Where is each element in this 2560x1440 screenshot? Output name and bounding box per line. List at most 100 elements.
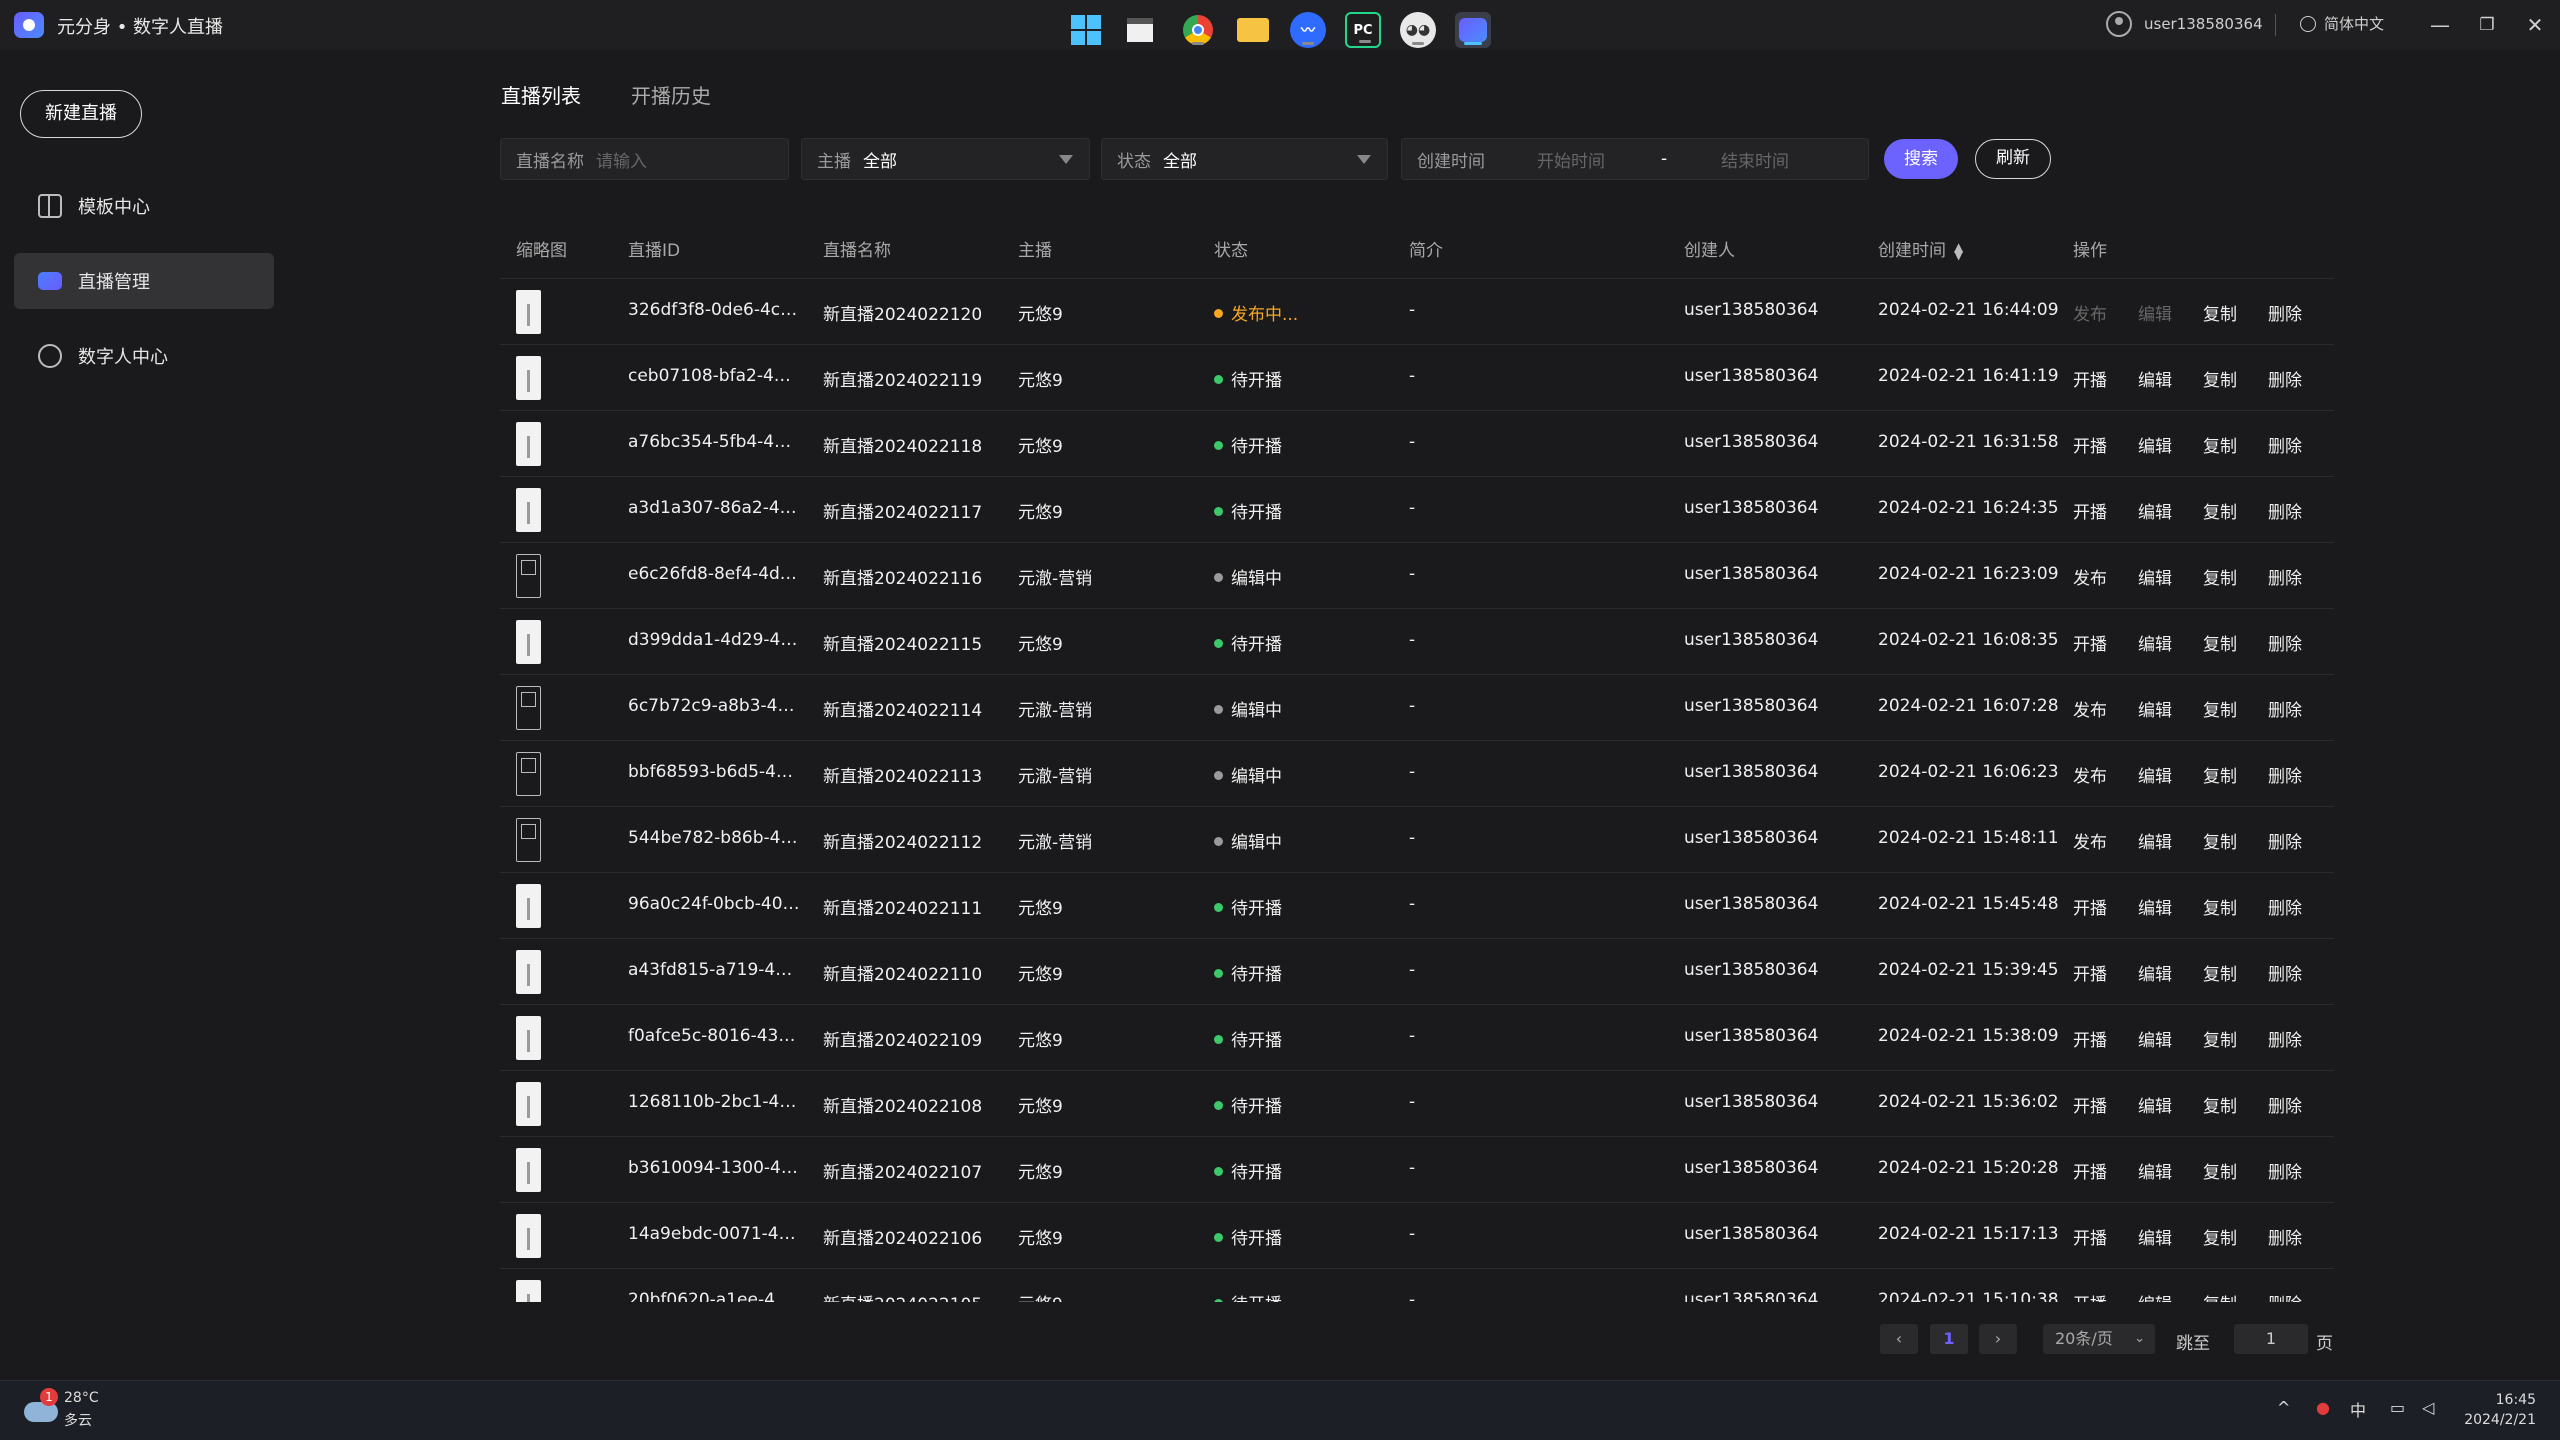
- file-explorer-icon[interactable]: [1122, 12, 1158, 48]
- start-or-publish-button[interactable]: 开播: [2073, 371, 2107, 391]
- search-button[interactable]: 搜索: [1884, 139, 1958, 179]
- copy-button[interactable]: 复制: [2203, 1295, 2237, 1302]
- copy-button[interactable]: 复制: [2203, 437, 2237, 457]
- yuanfenshen-icon[interactable]: [1455, 12, 1491, 48]
- edit-button[interactable]: 编辑: [2138, 833, 2172, 853]
- delete-button[interactable]: 删除: [2268, 899, 2302, 919]
- status-select[interactable]: 状态 全部: [1101, 138, 1388, 180]
- delete-button[interactable]: 删除: [2268, 965, 2302, 985]
- avatar-app-icon[interactable]: ◕◕: [1400, 12, 1436, 48]
- copy-button[interactable]: 复制: [2203, 1229, 2237, 1249]
- delete-button[interactable]: 删除: [2268, 1097, 2302, 1117]
- delete-button[interactable]: 删除: [2268, 371, 2302, 391]
- user-menu[interactable]: user138580364: [2106, 11, 2263, 37]
- copy-button[interactable]: 复制: [2203, 767, 2237, 787]
- start-or-publish-button[interactable]: 开播: [2073, 1295, 2107, 1302]
- prev-page-button[interactable]: ‹: [1880, 1324, 1918, 1354]
- start-or-publish-button[interactable]: 开播: [2073, 1097, 2107, 1117]
- network-icon[interactable]: ▭: [2390, 1398, 2405, 1417]
- app-icon[interactable]: 〰: [1290, 12, 1326, 48]
- delete-button[interactable]: 删除: [2268, 437, 2302, 457]
- sidebar-item-digital-human[interactable]: 数字人中心: [14, 328, 274, 384]
- edit-button[interactable]: 编辑: [2138, 371, 2172, 391]
- edit-button[interactable]: 编辑: [2138, 1097, 2172, 1117]
- delete-button[interactable]: 删除: [2268, 635, 2302, 655]
- delete-button[interactable]: 删除: [2268, 1031, 2302, 1051]
- delete-button[interactable]: 删除: [2268, 569, 2302, 589]
- sort-icon[interactable]: ▲ ▼: [1954, 241, 1963, 261]
- page-1-button[interactable]: 1: [1930, 1324, 1968, 1354]
- start-or-publish-button[interactable]: 开播: [2073, 1031, 2107, 1051]
- edit-button[interactable]: 编辑: [2138, 569, 2172, 589]
- copy-button[interactable]: 复制: [2203, 1163, 2237, 1183]
- start-or-publish-button[interactable]: 开播: [2073, 1163, 2107, 1183]
- delete-button[interactable]: 删除: [2268, 701, 2302, 721]
- start-or-publish-button[interactable]: 发布: [2073, 701, 2107, 721]
- pycharm-icon[interactable]: PC: [1345, 12, 1381, 48]
- start-time-input[interactable]: 开始时间: [1537, 147, 1661, 172]
- page-size-select[interactable]: 20条/页 ⌄: [2043, 1324, 2155, 1354]
- next-page-button[interactable]: ›: [1979, 1324, 2017, 1354]
- jump-page-input[interactable]: 1: [2234, 1324, 2308, 1354]
- ime-indicator[interactable]: 中: [2350, 1397, 2366, 1421]
- sidebar-item-template-center[interactable]: 模板中心: [14, 178, 274, 234]
- chrome-icon[interactable]: [1180, 12, 1216, 48]
- tab-live-list[interactable]: 直播列表: [501, 80, 581, 109]
- copy-button[interactable]: 复制: [2203, 1097, 2237, 1117]
- start-or-publish-button[interactable]: 开播: [2073, 503, 2107, 523]
- start-or-publish-button[interactable]: 开播: [2073, 635, 2107, 655]
- copy-button[interactable]: 复制: [2203, 305, 2237, 325]
- start-or-publish-button[interactable]: 开播: [2073, 965, 2107, 985]
- start-or-publish-button[interactable]: 开播: [2073, 437, 2107, 457]
- refresh-button[interactable]: 刷新: [1975, 139, 2051, 179]
- edit-button[interactable]: 编辑: [2138, 1163, 2172, 1183]
- copy-button[interactable]: 复制: [2203, 899, 2237, 919]
- live-name-input[interactable]: 请输入: [596, 147, 647, 172]
- copy-button[interactable]: 复制: [2203, 701, 2237, 721]
- delete-button[interactable]: 删除: [2268, 1163, 2302, 1183]
- delete-button[interactable]: 删除: [2268, 1295, 2302, 1302]
- delete-button[interactable]: 删除: [2268, 1229, 2302, 1249]
- edit-button[interactable]: 编辑: [2138, 437, 2172, 457]
- start-or-publish-button[interactable]: 开播: [2073, 1229, 2107, 1249]
- copy-button[interactable]: 复制: [2203, 1031, 2237, 1051]
- delete-button[interactable]: 删除: [2268, 305, 2302, 325]
- minimize-button[interactable]: —: [2425, 10, 2455, 40]
- start-or-publish-button[interactable]: 开播: [2073, 899, 2107, 919]
- folder-icon[interactable]: [1235, 12, 1271, 48]
- windows-start-icon[interactable]: [1068, 12, 1104, 48]
- edit-button[interactable]: 编辑: [2138, 503, 2172, 523]
- edit-button[interactable]: 编辑: [2138, 1031, 2172, 1051]
- column-header-sortable[interactable]: 创建时间 ▲ ▼: [1878, 236, 1963, 261]
- delete-button[interactable]: 删除: [2268, 767, 2302, 787]
- close-button[interactable]: ✕: [2520, 10, 2550, 40]
- start-or-publish-button[interactable]: 发布: [2073, 767, 2107, 787]
- copy-button[interactable]: 复制: [2203, 965, 2237, 985]
- delete-button[interactable]: 删除: [2268, 833, 2302, 853]
- restore-button[interactable]: ❐: [2472, 10, 2502, 40]
- created-time-range[interactable]: 创建时间 开始时间 - 结束时间: [1401, 138, 1869, 180]
- copy-button[interactable]: 复制: [2203, 569, 2237, 589]
- qq-icon[interactable]: ●: [2316, 1398, 2330, 1417]
- volume-icon[interactable]: ◁: [2422, 1398, 2434, 1417]
- edit-button[interactable]: 编辑: [2138, 1229, 2172, 1249]
- edit-button[interactable]: 编辑: [2138, 1295, 2172, 1302]
- host-select[interactable]: 主播 全部: [801, 138, 1090, 180]
- sidebar-item-live-management[interactable]: 直播管理: [14, 253, 274, 309]
- copy-button[interactable]: 复制: [2203, 833, 2237, 853]
- end-time-input[interactable]: 结束时间: [1721, 147, 1789, 172]
- tab-live-history[interactable]: 开播历史: [631, 80, 711, 109]
- edit-button[interactable]: 编辑: [2138, 767, 2172, 787]
- chevron-up-icon[interactable]: ^: [2277, 1398, 2290, 1417]
- live-name-filter[interactable]: 直播名称 请输入: [500, 138, 789, 180]
- edit-button[interactable]: 编辑: [2138, 899, 2172, 919]
- copy-button[interactable]: 复制: [2203, 371, 2237, 391]
- edit-button[interactable]: 编辑: [2138, 965, 2172, 985]
- new-live-button[interactable]: 新建直播: [20, 90, 142, 138]
- start-or-publish-button[interactable]: 发布: [2073, 569, 2107, 589]
- edit-button[interactable]: 编辑: [2138, 635, 2172, 655]
- delete-button[interactable]: 删除: [2268, 503, 2302, 523]
- copy-button[interactable]: 复制: [2203, 635, 2237, 655]
- copy-button[interactable]: 复制: [2203, 503, 2237, 523]
- system-clock[interactable]: 16:45 2024/2/21: [2464, 1390, 2536, 1430]
